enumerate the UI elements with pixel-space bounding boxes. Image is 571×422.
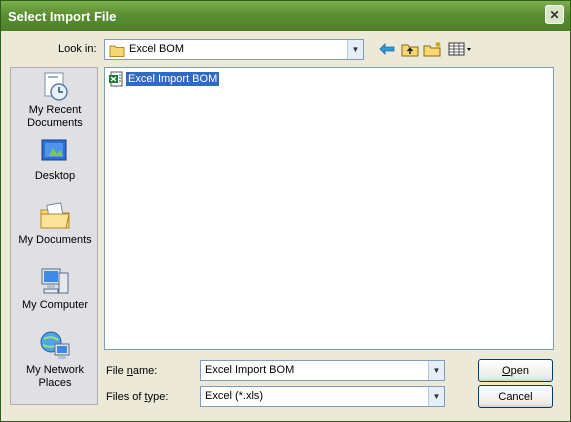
place-my-network-places[interactable]: My Network Places bbox=[11, 330, 99, 390]
cancel-button[interactable]: Cancel bbox=[478, 385, 553, 408]
title-bar[interactable]: Select Import File ✕ bbox=[1, 1, 570, 31]
desktop-icon bbox=[41, 139, 67, 161]
place-label-line2: Places bbox=[38, 377, 72, 389]
new-folder-button[interactable] bbox=[423, 39, 443, 59]
up-folder-button[interactable] bbox=[400, 39, 420, 59]
place-label: My Recent bbox=[28, 104, 82, 116]
file-name-value: Excel Import BOM bbox=[205, 364, 295, 376]
back-arrow-icon bbox=[379, 43, 395, 55]
select-import-file-dialog: Select Import File ✕ Look in: Excel BOM … bbox=[0, 0, 571, 422]
open-button[interactable]: Open bbox=[478, 359, 553, 382]
places-bar: My Recent Documents Desktop My Documents… bbox=[10, 67, 98, 405]
place-label-line2: Documents bbox=[27, 117, 83, 129]
view-menu-icon bbox=[448, 42, 471, 56]
file-name-label: File name: bbox=[106, 365, 158, 377]
network-places-icon bbox=[40, 331, 70, 359]
dialog-title: Select Import File bbox=[8, 9, 117, 24]
place-my-documents[interactable]: My Documents bbox=[11, 200, 99, 247]
folder-icon bbox=[109, 43, 125, 60]
new-folder-icon bbox=[423, 42, 441, 57]
file-type-label: Files of type: bbox=[106, 391, 169, 403]
place-my-recent-documents[interactable]: My Recent Documents bbox=[11, 70, 99, 130]
my-computer-icon bbox=[41, 268, 69, 294]
up-folder-icon bbox=[401, 44, 419, 57]
file-name-field[interactable]: Excel Import BOM ▼ bbox=[200, 360, 445, 381]
look-in-label: Look in: bbox=[58, 43, 97, 55]
excel-file-icon bbox=[109, 71, 123, 87]
close-button[interactable]: ✕ bbox=[545, 5, 564, 24]
my-documents-icon bbox=[40, 202, 70, 229]
place-label: My Computer bbox=[21, 299, 89, 311]
look-in-dropdown[interactable]: Excel BOM ▼ bbox=[104, 39, 364, 60]
list-item[interactable]: Excel Import BOM bbox=[108, 71, 220, 87]
chevron-down-icon[interactable]: ▼ bbox=[428, 361, 444, 380]
cancel-button-label: Cancel bbox=[498, 390, 533, 403]
view-menu-button[interactable] bbox=[447, 39, 473, 59]
open-button-label: Open bbox=[502, 364, 529, 377]
place-label: My Network bbox=[25, 364, 85, 376]
file-name: Excel Import BOM bbox=[126, 72, 220, 86]
recent-documents-icon bbox=[44, 72, 68, 101]
chevron-down-icon[interactable]: ▼ bbox=[347, 40, 363, 59]
file-list[interactable]: Excel Import BOM bbox=[104, 67, 554, 350]
place-label: My Documents bbox=[18, 234, 92, 246]
close-icon: ✕ bbox=[549, 7, 560, 22]
place-desktop[interactable]: Desktop bbox=[11, 136, 99, 183]
place-label: Desktop bbox=[34, 170, 76, 182]
file-type-value: Excel (*.xls) bbox=[205, 390, 264, 402]
place-my-computer[interactable]: My Computer bbox=[11, 265, 99, 312]
chevron-down-icon[interactable]: ▼ bbox=[428, 387, 444, 406]
back-button[interactable] bbox=[377, 39, 397, 59]
file-type-dropdown[interactable]: Excel (*.xls) ▼ bbox=[200, 386, 445, 407]
look-in-value: Excel BOM bbox=[129, 43, 185, 55]
